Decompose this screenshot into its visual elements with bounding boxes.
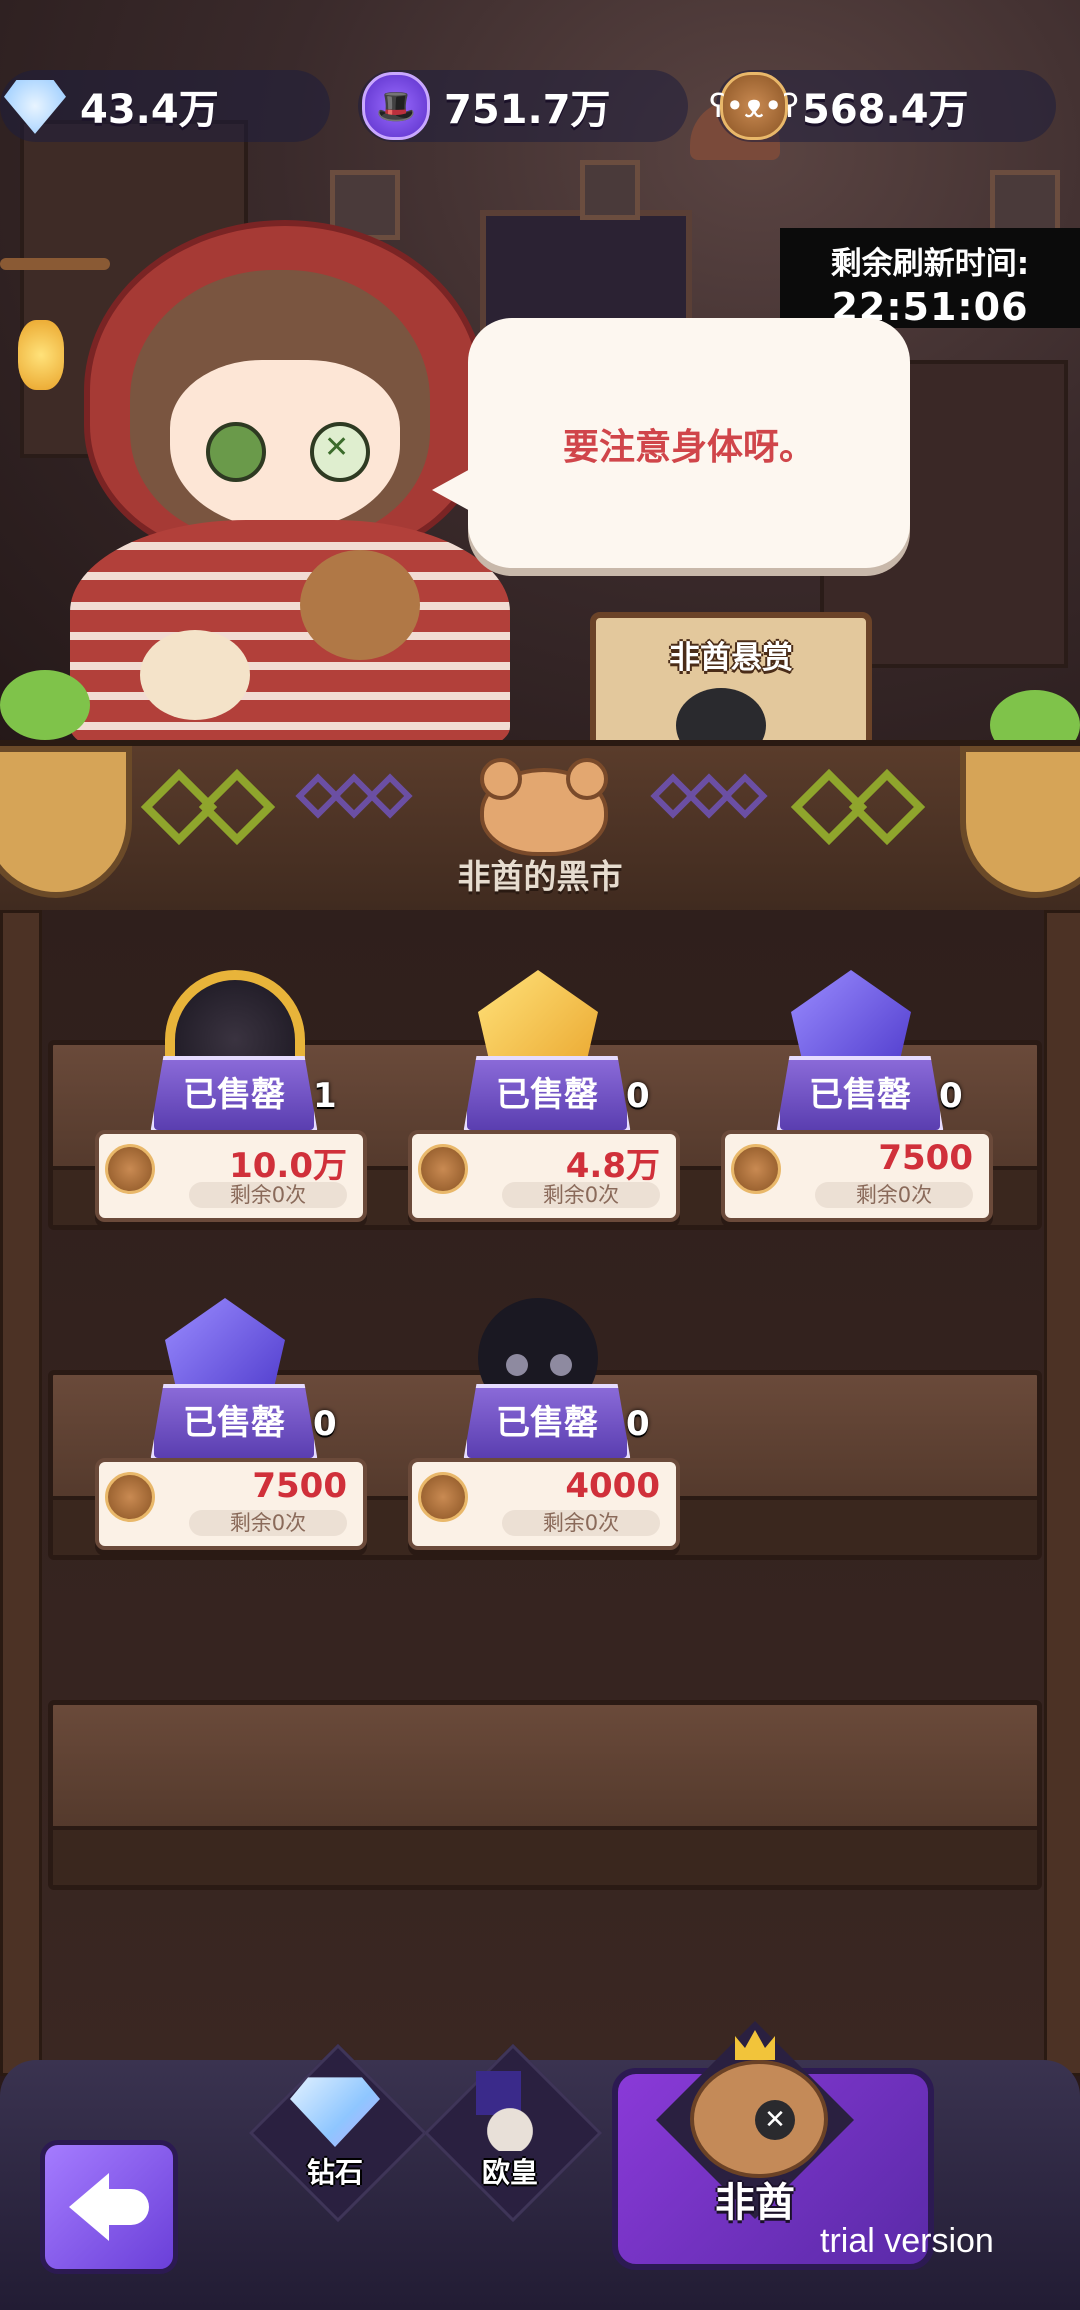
diamond-icon — [4, 79, 66, 134]
bounty-sign-title: 非酋悬赏 — [669, 640, 793, 676]
price-amount: 7500 — [252, 1466, 347, 1506]
bear-coin-icon — [418, 1144, 468, 1194]
bear-coin-icon: ʕ•ᴥ•ʔ — [709, 72, 799, 140]
shop-item[interactable]: 已售罄 0 4.8万 剩余0次 — [408, 970, 688, 1230]
eye-patch-icon: ✕ — [755, 2100, 795, 2140]
top-hat-icon — [465, 2071, 555, 2151]
tab-diamond[interactable]: 钻石 — [248, 2043, 428, 2223]
refresh-label: 剩余刷新时间: — [830, 246, 1030, 282]
price-tag: 7500 剩余0次 — [721, 1130, 993, 1222]
bear-coin-icon — [105, 1472, 155, 1522]
price-tag: 10.0万 剩余0次 — [95, 1130, 367, 1222]
lantern-icon — [18, 320, 64, 390]
diamond-count: 43.4万 — [80, 87, 219, 133]
speech-bubble: 要注意身体呀。 — [432, 318, 910, 568]
price-tag: 4.8万 剩余0次 — [408, 1130, 680, 1222]
refresh-timer: 剩余刷新时间: 22:51:06 — [780, 228, 1080, 329]
shelf-post-right — [1044, 910, 1080, 2076]
zigzag-ornament — [140, 768, 300, 846]
zigzag-ornament — [650, 773, 805, 834]
resource-diamond: 43.4万 — [0, 70, 330, 142]
bear-emblem-icon — [480, 758, 608, 856]
price-amount: 10.0万 — [229, 1146, 347, 1186]
plant-left — [0, 670, 90, 740]
cream-teddy-bear — [140, 630, 250, 720]
sold-out-badge: 已售罄 — [463, 1384, 631, 1462]
price-amount: 4.8万 — [565, 1146, 660, 1186]
trial-watermark: trial version — [820, 2222, 994, 2260]
striped-dress — [70, 520, 510, 750]
right-eye-x — [310, 422, 370, 482]
market-title: 非酋的黑市 — [457, 857, 623, 896]
item-quantity: 0 — [626, 1076, 650, 1116]
price-amount: 7500 — [878, 1138, 973, 1178]
shop-item[interactable]: 已售罄 0 4000 剩余0次 — [408, 1298, 688, 1558]
remaining-count: 剩余0次 — [502, 1182, 660, 1208]
tab-label: 钻石 — [306, 2156, 363, 2189]
sold-out-badge: 已售罄 — [776, 1056, 944, 1134]
sold-out-badge: 已售罄 — [463, 1056, 631, 1134]
market-header-board: 非酋的黑市 — [0, 740, 1080, 924]
left-eye — [206, 422, 266, 482]
bear-coin-icon — [731, 1144, 781, 1194]
face — [170, 360, 400, 530]
background-window — [480, 210, 692, 332]
remaining-count: 剩余0次 — [815, 1182, 973, 1208]
tophat-count: 751.7万 — [444, 87, 611, 133]
bear-coin-icon — [105, 1144, 155, 1194]
item-quantity: 0 — [313, 1404, 337, 1444]
sold-out-badge: 已售罄 — [150, 1056, 318, 1134]
speech-text: 要注意身体呀。 — [562, 427, 815, 468]
price-tag: 4000 剩余0次 — [408, 1458, 680, 1550]
back-arrow-icon — [69, 2173, 109, 2241]
brown-teddy-bear — [300, 550, 420, 660]
item-quantity: 0 — [626, 1404, 650, 1444]
back-button[interactable] — [40, 2140, 178, 2274]
shelf-post-left — [0, 910, 42, 2076]
item-quantity: 0 — [939, 1076, 963, 1116]
shelf-plank-3 — [48, 1700, 1042, 1890]
resource-bearcoin: ʕ•ᴥ•ʔ 568.4万 — [709, 70, 1056, 142]
tab-label: 欧皇 — [481, 2156, 538, 2189]
shop-item[interactable]: 已售罄 0 7500 剩余0次 — [95, 1298, 375, 1558]
shop-item[interactable]: 已售罄 1 10.0万 剩余0次 — [95, 970, 375, 1230]
bear-coin-icon — [418, 1472, 468, 1522]
remaining-count: 剩余0次 — [189, 1182, 347, 1208]
tab-ouhuang[interactable]: 欧皇 — [423, 2043, 603, 2223]
price-tag: 7500 剩余0次 — [95, 1458, 367, 1550]
wall-frame — [580, 160, 640, 220]
zigzag-ornament — [790, 768, 950, 846]
tab-label: 非酋 — [715, 2180, 795, 2226]
top-hat-icon: 🎩 — [362, 72, 430, 140]
resource-bar: 43.4万 🎩 751.7万 ʕ•ᴥ•ʔ 568.4万 — [0, 70, 1080, 150]
remaining-count: 剩余0次 — [502, 1510, 660, 1536]
tab-feiqiu[interactable]: ✕ 非酋 — [655, 2010, 855, 2230]
bearcoin-count: 568.4万 — [802, 87, 969, 133]
resource-tophat: 🎩 751.7万 — [358, 70, 688, 142]
sold-out-badge: 已售罄 — [150, 1384, 318, 1462]
remaining-count: 剩余0次 — [189, 1510, 347, 1536]
item-quantity: 1 — [313, 1076, 337, 1116]
zigzag-ornament — [295, 773, 450, 834]
shop-item[interactable]: 已售罄 0 7500 剩余0次 — [721, 970, 1001, 1230]
price-amount: 4000 — [565, 1466, 660, 1506]
